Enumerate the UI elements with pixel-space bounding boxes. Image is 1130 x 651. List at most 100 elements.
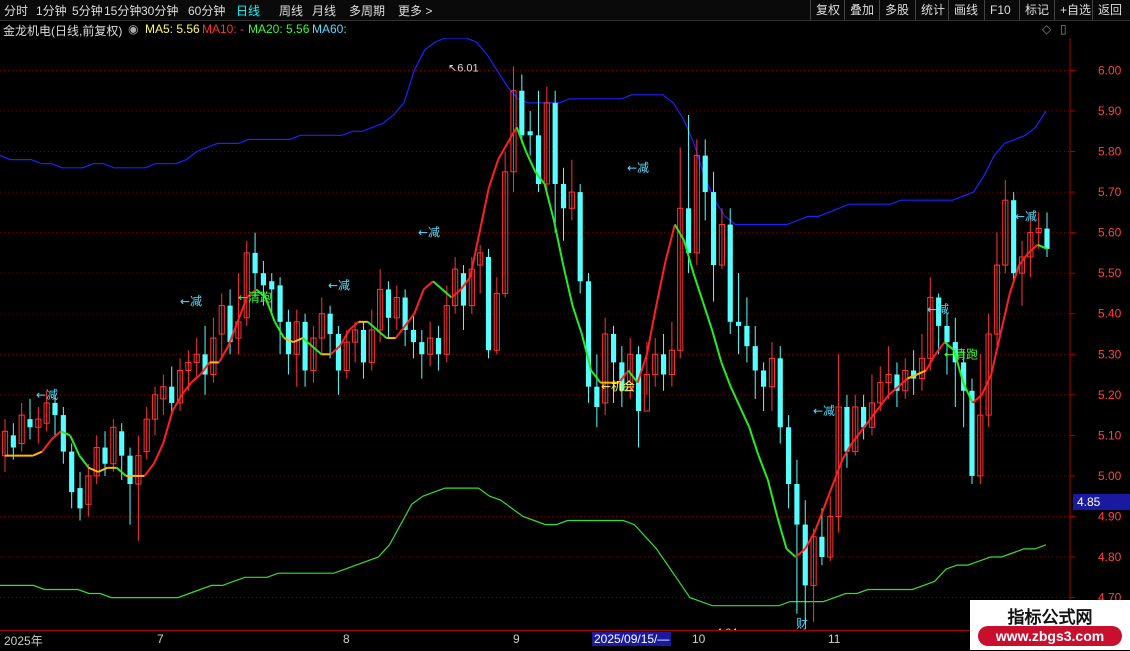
signal-annotation: ←减: [1015, 209, 1037, 223]
stock-title[interactable]: 金龙机电(日线,前复权): [3, 22, 122, 39]
candle-body-down: [752, 346, 758, 371]
toolbar-button-0[interactable]: 复权: [810, 0, 845, 20]
ma-trend-segment: [757, 455, 769, 481]
ma-trend-segment: [152, 443, 165, 465]
candle-body-down: [69, 451, 75, 493]
ma-trend-segment: [711, 329, 723, 363]
candle-body-down: [360, 329, 367, 363]
ma-trend-segment: [571, 305, 583, 335]
price-tick-label: 5.60: [1098, 226, 1122, 240]
candle-body-down: [519, 90, 525, 136]
price-tick-label: 5.50: [1098, 266, 1122, 280]
period-tab-4[interactable]: 30分钟: [141, 2, 178, 19]
ma-trend-segment: [748, 426, 760, 456]
price-tick-label: 6.00: [1098, 63, 1122, 77]
toolbar-button-5[interactable]: F10: [984, 0, 1016, 20]
window-toggle-icon[interactable]: ▯: [1060, 22, 1067, 36]
ma-trend-segment: [701, 301, 714, 331]
candle-body-down: [277, 285, 283, 322]
candle-body-down: [794, 484, 800, 525]
toolbar-button-2[interactable]: 多股: [879, 0, 914, 20]
toolbar-button-7[interactable]: +自选: [1054, 0, 1096, 20]
toolbar-button-4[interactable]: 画线: [948, 0, 983, 20]
ma-trend-segment: [664, 224, 676, 262]
settings-circle-icon[interactable]: ◉: [128, 22, 138, 36]
candle-body-down: [527, 131, 533, 136]
candle-body-down: [435, 338, 442, 355]
candle-body-down: [419, 342, 425, 355]
signal-annotation: ←减: [36, 388, 58, 402]
candle-body-down: [560, 183, 567, 209]
toolbar-button-1[interactable]: 叠加: [844, 0, 879, 20]
ma-trend-segment: [162, 410, 174, 444]
candle-body-down: [727, 224, 733, 322]
period-tab-9[interactable]: 多周期: [349, 2, 385, 19]
candle-body-down: [735, 321, 742, 326]
ma-trend-segment: [180, 382, 192, 396]
toolbar-button-8[interactable]: 返回: [1092, 0, 1127, 20]
site-watermark: 指标公式网 www.zbgs3.com: [970, 600, 1130, 650]
candle-body-down: [485, 256, 492, 351]
candle-body-down: [335, 334, 342, 371]
period-tab-0[interactable]: 分时: [4, 2, 28, 19]
period-tab-10[interactable]: 更多 >: [398, 2, 432, 19]
watermark-title: 指标公式网: [1007, 608, 1093, 628]
ma-trend-segment: [552, 220, 565, 266]
ma20-label: MA20: 5.56: [248, 22, 310, 36]
candle-body-down: [27, 419, 33, 428]
candle-body-down: [10, 435, 16, 448]
period-tab-1[interactable]: 1分钟: [36, 2, 67, 19]
price-tick-label: 5.10: [1098, 428, 1122, 442]
candle-body-down: [660, 354, 667, 375]
price-tick-label: 5.90: [1098, 104, 1122, 118]
period-toolbar: 分时 1分钟 5分钟 15分钟 30分钟 60分钟 日线 周线 月线 多周期 更多 > 复权 叠加 多股统…: [0, 0, 1130, 21]
time-label-5: 10: [692, 632, 706, 646]
diamond-icon[interactable]: ◇: [1042, 22, 1051, 36]
ma-trend-segment: [367, 321, 378, 331]
toolbar-button-6[interactable]: 标记: [1019, 0, 1054, 20]
candle-body-down: [327, 313, 333, 334]
ma-trend-segment: [432, 280, 443, 291]
period-tab-2[interactable]: 5分钟: [72, 2, 103, 19]
candle-body-down: [169, 386, 175, 403]
ma-trend-segment: [487, 159, 500, 189]
current-price-tag: 4.85: [1073, 494, 1130, 510]
candle-body-down: [102, 447, 108, 464]
candle-body-down: [119, 431, 125, 456]
period-tab-5[interactable]: 60分钟: [188, 2, 225, 19]
candle-body-down: [77, 488, 83, 509]
ma-trend-segment: [413, 289, 425, 315]
financial-report-marker[interactable]: 财: [796, 615, 808, 632]
candle-body-down: [594, 386, 600, 407]
ma-trend-segment: [878, 394, 890, 408]
ma5-label: MA5: 5.56: [145, 22, 200, 36]
period-tab-8[interactable]: 月线: [312, 2, 336, 19]
ma-trend-segment: [822, 483, 834, 509]
signal-annotation: ←减: [813, 404, 835, 418]
candle-body-down: [1044, 228, 1050, 249]
signal-annotation: ←清跑: [944, 347, 978, 361]
ma-trend-segment: [293, 337, 304, 344]
candle-body-down: [760, 370, 767, 387]
candle-body-down: [552, 102, 558, 184]
ma-trend-segment: [739, 406, 751, 428]
period-tab-3[interactable]: 15分钟: [104, 2, 141, 19]
ma-trend-segment: [1018, 252, 1030, 266]
candle-body-down: [410, 329, 417, 343]
price-tick-label: 4.90: [1098, 509, 1122, 523]
period-tab-6[interactable]: 日线: [236, 2, 260, 19]
ma-trend-segment: [190, 373, 202, 384]
ma-trend-segment: [692, 272, 704, 302]
candle-body-down: [844, 406, 850, 452]
kline-chart[interactable]: 6.00 5.90 5.80 5.70 5.60 5.50 5.40 5.30 5.20 5.10…: [0, 38, 1130, 630]
candle-body-down: [385, 289, 392, 318]
ma-trend-segment: [590, 369, 602, 384]
lower-band-line: [0, 487, 1047, 607]
period-tab-7[interactable]: 周线: [279, 2, 303, 19]
price-tick-label: 5.30: [1098, 347, 1122, 361]
signal-annotation: ←减: [418, 226, 440, 240]
time-label-1: 7: [157, 632, 164, 646]
toolbar-button-3[interactable]: 统计: [915, 0, 950, 20]
candle-body-down: [577, 192, 583, 282]
ma-trend-segment: [720, 362, 732, 388]
